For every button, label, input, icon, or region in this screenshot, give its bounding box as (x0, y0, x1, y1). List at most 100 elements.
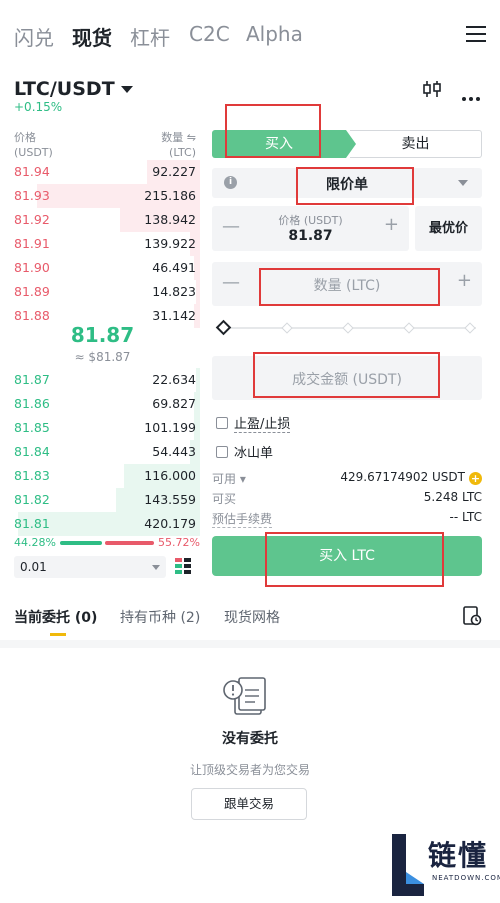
row-quantity: 46.491 (152, 260, 196, 275)
iceberg-checkbox[interactable]: 冰山单 (216, 442, 273, 461)
row-quantity: 22.634 (152, 372, 196, 387)
last-price-usd: ≈ $81.87 (74, 350, 131, 364)
row-price: 81.90 (14, 260, 50, 275)
best-price-button[interactable]: 最优价 (415, 206, 482, 251)
slider-mark-75[interactable] (403, 322, 415, 334)
bid-row[interactable]: 81.81 420.179 (10, 512, 200, 536)
tab-buy[interactable]: 买入 (212, 130, 346, 158)
tab-spot[interactable]: 现货 (72, 22, 112, 51)
slider-mark-100[interactable] (464, 322, 476, 334)
total-placeholder: 成交金额 (USDT) (292, 372, 402, 388)
order-history-icon[interactable] (462, 606, 482, 626)
row-price: 81.82 (14, 492, 50, 507)
row-quantity: 139.922 (144, 236, 196, 251)
order-type-value: 限价单 (326, 177, 368, 193)
row-price: 81.89 (14, 284, 50, 299)
tab-sell[interactable]: 卖出 (350, 130, 482, 158)
tab-holdings[interactable]: 持有币种 (2) (120, 607, 200, 627)
empty-subtitle: 让顶级交易者为您交易 (189, 763, 310, 777)
tab-margin[interactable]: 杠杆 (130, 22, 170, 51)
caret-down-icon (120, 86, 133, 93)
fee-row: 预估手续费 -- LTC (212, 510, 482, 528)
row-price: 81.87 (14, 372, 50, 387)
price-plus-icon[interactable]: + (384, 214, 399, 235)
depth-step-value: 0.01 (20, 560, 47, 574)
candlestick-icon[interactable] (422, 80, 442, 98)
iceberg-label: 冰山单 (234, 446, 274, 461)
ask-row[interactable]: 81.94 92.227 (10, 160, 200, 184)
qty-unit: (LTC) (169, 146, 196, 159)
orderbook-header: 价格 (USDT) 数量 ⇋ (LTC) (14, 130, 196, 160)
price-input[interactable]: — 价格 (USDT) 81.87 + (212, 206, 409, 251)
more-icon[interactable] (462, 86, 484, 101)
available-value: 429.67174902 USDT + (340, 470, 482, 485)
bid-row[interactable]: 81.87 22.634 (10, 368, 200, 392)
price-value[interactable]: 81.87 (212, 228, 409, 244)
depth-step-select[interactable]: 0.01 (14, 556, 166, 578)
row-quantity: 101.199 (144, 420, 196, 435)
bid-row[interactable]: 81.85 101.199 (10, 416, 200, 440)
row-price: 81.94 (14, 164, 50, 179)
site-watermark: 链懂 NEATDOWN.COM (388, 832, 500, 900)
tab-spot-grid[interactable]: 现货网格 (224, 607, 280, 627)
available-row: 可用 ▾ 429.67174902 USDT + (212, 470, 482, 486)
copy-trading-button[interactable]: 跟单交易 (191, 788, 307, 820)
row-quantity: 420.179 (144, 516, 196, 531)
bid-row[interactable]: 81.84 54.443 (10, 440, 200, 464)
row-quantity: 138.942 (144, 212, 196, 227)
amount-slider[interactable] (215, 319, 478, 336)
ask-row[interactable]: 81.92 138.942 (10, 208, 200, 232)
row-quantity: 69.827 (152, 396, 196, 411)
empty-title: 没有委托 (222, 731, 278, 747)
orders-tabs: 当前委托 (0) 持有币种 (2) 现货网格 (14, 607, 486, 629)
row-quantity: 215.186 (144, 188, 196, 203)
qty-plus-icon[interactable]: + (457, 270, 472, 291)
orderbook-layout-icon[interactable] (174, 557, 192, 575)
total-input[interactable]: 成交金额 (USDT) (212, 356, 482, 400)
tab-alpha[interactable]: Alpha (246, 22, 303, 46)
slider-mark-25[interactable] (281, 322, 293, 334)
watermark-text: 链懂 (428, 839, 489, 872)
tp-sl-label: 止盈/止损 (234, 417, 291, 433)
row-price: 81.93 (14, 188, 50, 203)
fee-label[interactable]: 预估手续费 (212, 510, 273, 528)
depth-bar (196, 280, 200, 304)
row-price: 81.91 (14, 236, 50, 251)
row-quantity: 14.823 (152, 284, 196, 299)
last-price: 81.87 (70, 323, 135, 347)
add-funds-icon[interactable]: + (469, 472, 482, 485)
menu-icon[interactable] (466, 26, 486, 44)
slider-mark-50[interactable] (342, 322, 354, 334)
caret-down-icon (458, 180, 468, 186)
buy-ltc-button[interactable]: 买入 LTC (212, 536, 482, 576)
bid-row[interactable]: 81.82 143.559 (10, 488, 200, 512)
tp-sl-checkbox[interactable]: 止盈/止损 (216, 413, 291, 433)
ask-row[interactable]: 81.90 46.491 (10, 256, 200, 280)
fee-value: -- LTC (449, 510, 482, 524)
qty-header[interactable]: 数量 ⇋ (161, 130, 196, 145)
row-price: 81.81 (14, 516, 50, 531)
sell-ratio-bar (105, 541, 154, 545)
row-quantity: 116.000 (144, 468, 196, 483)
ask-row[interactable]: 81.93 215.186 (10, 184, 200, 208)
available-label[interactable]: 可用 ▾ (212, 470, 246, 487)
ask-row[interactable]: 81.91 139.922 (10, 232, 200, 256)
quantity-input[interactable]: — 数量 (LTC) + (212, 262, 482, 306)
checkbox-icon[interactable] (216, 446, 228, 458)
bid-row[interactable]: 81.86 69.827 (10, 392, 200, 416)
price-change: +0.15% (14, 100, 63, 114)
side-tabs: 买入 卖出 (212, 130, 482, 158)
pair-selector[interactable]: LTC/USDT (14, 78, 133, 100)
tab-open-orders[interactable]: 当前委托 (0) (14, 607, 97, 627)
sell-ratio: 55.72% (158, 536, 200, 549)
order-type-select[interactable]: i 限价单 (212, 168, 482, 198)
ask-row[interactable]: 81.89 14.823 (10, 280, 200, 304)
caret-down-icon (152, 565, 160, 570)
slider-handle[interactable] (215, 319, 232, 336)
tab-swap[interactable]: 闪兑 (14, 22, 54, 51)
checkbox-icon[interactable] (216, 417, 228, 429)
tab-c2c[interactable]: C2C (189, 22, 230, 46)
active-tab-indicator (50, 633, 66, 636)
bid-row[interactable]: 81.83 116.000 (10, 464, 200, 488)
row-price: 81.83 (14, 468, 50, 483)
